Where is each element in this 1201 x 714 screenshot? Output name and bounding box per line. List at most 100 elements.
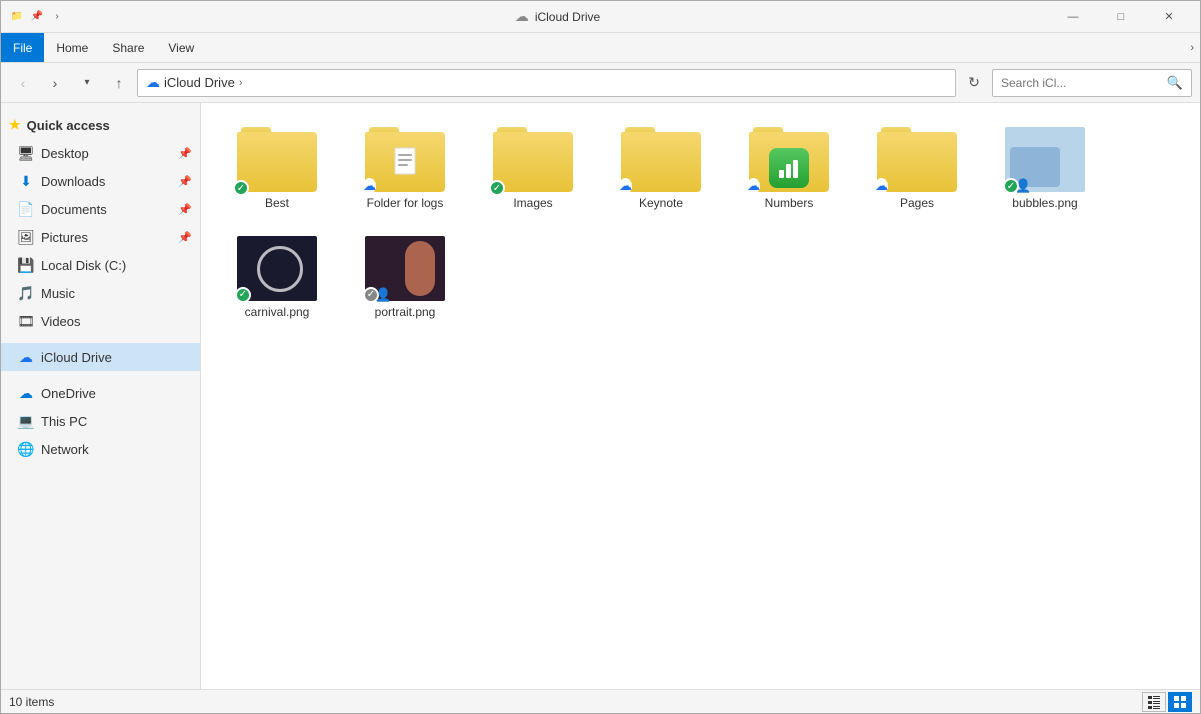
close-button[interactable]: ✕ <box>1146 1 1192 33</box>
pictures-icon: 🖼 <box>17 228 35 246</box>
sidebar-item-documents[interactable]: 📄 Documents 📌 <box>1 195 200 223</box>
sidebar-item-downloads[interactable]: ⬇ Downloads 📌 <box>1 167 200 195</box>
search-input[interactable] <box>1001 76 1163 90</box>
path-cloud-icon: ☁ <box>146 74 160 91</box>
bubbles-label: bubbles.png <box>1012 196 1077 212</box>
star-icon: ★ <box>9 117 21 133</box>
menu-view[interactable]: View <box>156 33 206 62</box>
best-folder-icon <box>237 127 317 192</box>
minimize-button[interactable]: — <box>1050 1 1096 33</box>
breadcrumb-arrow: › <box>49 9 65 25</box>
bubbles-thumb-container: ✓ 👤 <box>1005 127 1085 192</box>
view-controls <box>1142 692 1192 712</box>
sidebar-item-onedrive[interactable]: ☁ OneDrive <box>1 379 200 407</box>
file-item-carnival[interactable]: ✓ carnival.png <box>217 228 337 329</box>
desktop-icon: 🖥 <box>17 144 35 162</box>
folder-logs-cloud-badge: ☁ <box>363 178 376 194</box>
numbers-label: Numbers <box>765 196 814 212</box>
sidebar-item-onedrive-label: OneDrive <box>41 386 192 401</box>
file-grid: ✓ Best <box>217 119 1184 328</box>
window-title-text: iCloud Drive <box>535 10 600 24</box>
back-button[interactable]: ‹ <box>9 69 37 97</box>
sidebar-item-desktop[interactable]: 🖥 Desktop 📌 <box>1 139 200 167</box>
sidebar-item-network-label: Network <box>41 442 192 457</box>
this-pc-icon: 💻 <box>17 412 35 430</box>
sidebar-item-icloud-drive[interactable]: ☁ iCloud Drive <box>1 343 200 371</box>
sidebar-item-local-disk-label: Local Disk (C:) <box>41 258 192 273</box>
sidebar-item-pictures[interactable]: 🖼 Pictures 📌 <box>1 223 200 251</box>
pages-folder-thumb: ☁ <box>877 127 957 192</box>
large-icons-view-button[interactable] <box>1168 692 1192 712</box>
file-item-numbers[interactable]: ☁ Numbers <box>729 119 849 220</box>
file-item-portrait[interactable]: ✓ 👤 portrait.png <box>345 228 465 329</box>
pin-icon: 📌 <box>178 147 192 160</box>
images-label: Images <box>513 196 552 212</box>
file-item-best[interactable]: ✓ Best <box>217 119 337 220</box>
sidebar-item-music[interactable]: 🎵 Music <box>1 279 200 307</box>
sidebar-item-icloud-label: iCloud Drive <box>41 350 192 365</box>
maximize-button[interactable]: □ <box>1098 1 1144 33</box>
folder-logs-icon <box>365 127 445 192</box>
carnival-status-badge: ✓ <box>235 287 251 303</box>
pages-label: Pages <box>900 196 934 212</box>
icloud-drive-icon: ☁ <box>17 348 35 366</box>
numbers-cloud-badge: ☁ <box>747 178 760 194</box>
menu-file[interactable]: File <box>1 33 44 62</box>
title-bar-icons: 📁 📌 › <box>9 9 65 25</box>
portrait-label: portrait.png <box>375 305 436 321</box>
item-count: 10 items <box>9 695 54 709</box>
search-icon[interactable]: 🔍 <box>1167 75 1183 91</box>
keynote-folder-thumb: ☁ <box>621 127 701 192</box>
dropdown-button[interactable]: ▾ <box>73 69 101 97</box>
menu-share[interactable]: Share <box>100 33 156 62</box>
sidebar-item-music-label: Music <box>41 286 192 301</box>
details-view-button[interactable] <box>1142 692 1166 712</box>
sidebar-item-documents-label: Documents <box>41 202 172 217</box>
sidebar-item-downloads-label: Downloads <box>41 174 172 189</box>
main-area: ★ Quick access 🖥 Desktop 📌 ⬇ Downloads 📌… <box>1 103 1200 689</box>
file-item-keynote[interactable]: ☁ Keynote <box>601 119 721 220</box>
best-label: Best <box>265 196 289 212</box>
sidebar-divider-1 <box>1 335 200 343</box>
window-controls: — □ ✕ <box>1050 1 1192 33</box>
menu-expand-chevron[interactable]: › <box>1184 33 1200 62</box>
sidebar-item-network[interactable]: 🌐 Network <box>1 435 200 463</box>
numbers-folder-thumb: ☁ <box>749 127 829 192</box>
music-icon: 🎵 <box>17 284 35 302</box>
up-button[interactable]: ↑ <box>105 69 133 97</box>
sidebar-divider-2 <box>1 371 200 379</box>
sidebar: ★ Quick access 🖥 Desktop 📌 ⬇ Downloads 📌… <box>1 103 201 689</box>
sidebar-item-videos[interactable]: 🎞 Videos <box>1 307 200 335</box>
icloud-title-icon: ☁ <box>515 8 529 25</box>
onedrive-icon: ☁ <box>17 384 35 402</box>
bubbles-cloud-badge: 👤 <box>1015 178 1031 194</box>
window-menu-icon: 📁 <box>9 9 25 25</box>
file-item-images[interactable]: ✓ Images <box>473 119 593 220</box>
local-disk-icon: 💾 <box>17 256 35 274</box>
folder-logs-label: Folder for logs <box>367 196 444 212</box>
best-folder-thumb: ✓ <box>237 127 317 192</box>
menu-bar: File Home Share View › <box>1 33 1200 63</box>
search-box[interactable]: 🔍 <box>992 69 1192 97</box>
file-item-folder-logs[interactable]: ☁ Folder for logs <box>345 119 465 220</box>
sidebar-item-this-pc[interactable]: 💻 This PC <box>1 407 200 435</box>
refresh-button[interactable]: ↻ <box>960 69 988 97</box>
pin-icon-docs: 📌 <box>178 203 192 216</box>
keynote-cloud-badge: ☁ <box>619 178 632 194</box>
keynote-label: Keynote <box>639 196 683 212</box>
sidebar-quick-access-header[interactable]: ★ Quick access <box>1 111 200 139</box>
details-view-icon <box>1147 695 1161 709</box>
address-path[interactable]: ☁ iCloud Drive › <box>137 69 956 97</box>
file-item-pages[interactable]: ☁ Pages <box>857 119 977 220</box>
address-bar: ‹ › ▾ ↑ ☁ iCloud Drive › ↻ 🔍 <box>1 63 1200 103</box>
carnival-thumb-container: ✓ <box>237 236 317 301</box>
quick-access-icon: 📌 <box>29 9 45 25</box>
pages-folder-icon <box>877 127 957 192</box>
path-separator: › <box>239 77 243 89</box>
forward-button[interactable]: › <box>41 69 69 97</box>
file-item-bubbles[interactable]: ✓ 👤 bubbles.png <box>985 119 1105 220</box>
sidebar-item-local-disk[interactable]: 💾 Local Disk (C:) <box>1 251 200 279</box>
menu-home[interactable]: Home <box>44 33 100 62</box>
downloads-icon: ⬇ <box>17 172 35 190</box>
pin-icon-pics: 📌 <box>178 231 192 244</box>
